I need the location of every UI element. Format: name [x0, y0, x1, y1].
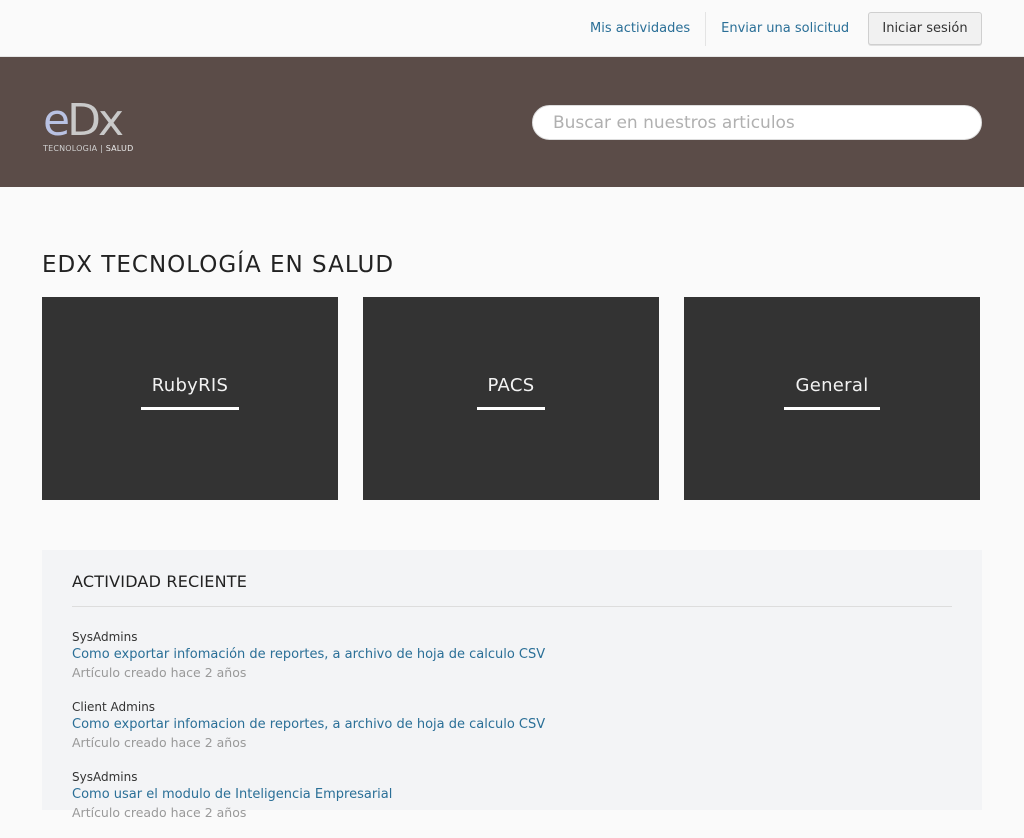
top-bar: Mis actividades Enviar una solicitud Ini… [0, 0, 1024, 57]
page-title: EDX TECNOLOGÍA EN SALUD [42, 252, 395, 278]
logo-mark: eDx [43, 95, 124, 146]
hero-banner: eDx TECNOLOGIA | SALUD [0, 57, 1024, 187]
my-activities-link[interactable]: Mis actividades [575, 12, 705, 46]
activity-section: Client Admins [72, 700, 156, 714]
activity-list: SysAdmins Como exportar infomación de re… [72, 628, 952, 838]
login-button[interactable]: Iniciar sesión [868, 12, 982, 45]
logo-tagline: TECNOLOGIA | SALUD [43, 144, 134, 153]
category-tile-general[interactable]: General [684, 297, 980, 500]
activity-article-link[interactable]: Como usar el modulo de Inteligencia Empr… [72, 786, 952, 804]
activity-meta: Artículo creado hace 2 años [72, 665, 247, 680]
recent-activity-heading: ACTIVIDAD RECIENTE [72, 572, 248, 591]
activity-section: SysAdmins [72, 770, 138, 784]
activity-meta: Artículo creado hace 2 años [72, 735, 247, 750]
category-label: RubyRIS [140, 375, 240, 410]
list-item: SysAdmins Como exportar infomación de re… [72, 628, 952, 698]
activity-article-link[interactable]: Como exportar infomación de reportes, a … [72, 646, 952, 664]
category-label: PACS [476, 375, 546, 410]
category-tile-pacs[interactable]: PACS [363, 297, 659, 500]
search-input[interactable] [532, 105, 982, 140]
activity-article-link[interactable]: Como exportar infomacion de reportes, a … [72, 716, 952, 734]
divider [72, 606, 952, 607]
activity-section: SysAdmins [72, 630, 138, 644]
edx-logo[interactable]: eDx TECNOLOGIA | SALUD [43, 99, 153, 154]
submit-request-link[interactable]: Enviar una solicitud [706, 12, 864, 46]
list-item: Client Admins Como exportar infomacion d… [72, 698, 952, 768]
category-label: General [784, 375, 880, 410]
category-tile-rubyris[interactable]: RubyRIS [42, 297, 338, 500]
top-nav: Mis actividades Enviar una solicitud [575, 0, 864, 57]
activity-meta: Artículo creado hace 2 años [72, 805, 247, 820]
list-item: SysAdmins Como usar el modulo de Intelig… [72, 768, 952, 838]
recent-activity: ACTIVIDAD RECIENTE SysAdmins Como export… [42, 550, 982, 820]
